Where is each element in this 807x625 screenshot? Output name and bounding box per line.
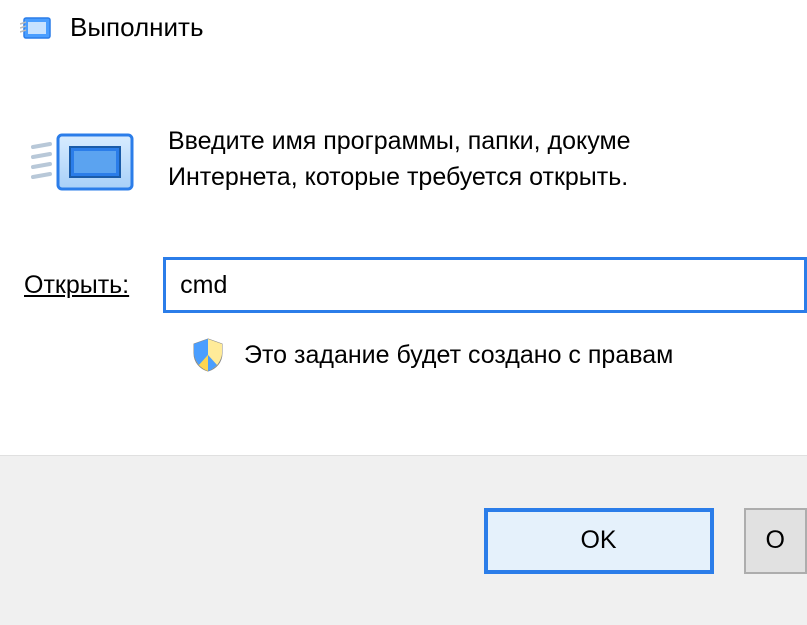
titlebar: Выполнить xyxy=(0,0,807,53)
input-row: Открыть: xyxy=(24,257,807,313)
run-icon-small xyxy=(20,14,54,42)
window-title: Выполнить xyxy=(70,12,204,43)
ok-button-label: OK xyxy=(580,526,616,555)
cancel-button[interactable]: О xyxy=(744,508,807,574)
command-input[interactable] xyxy=(163,257,807,313)
dialog-content: Введите имя программы, папки, докуме Инт… xyxy=(0,53,807,197)
run-icon xyxy=(30,127,140,197)
shield-icon xyxy=(190,337,226,373)
open-label: Открыть: xyxy=(24,271,129,300)
ok-button[interactable]: OK xyxy=(484,508,714,574)
cancel-button-label: О xyxy=(766,526,785,555)
admin-privilege-row: Это задание будет создано с правам xyxy=(190,337,807,373)
admin-privilege-text: Это задание будет создано с правам xyxy=(244,341,673,370)
description-text: Введите имя программы, папки, докуме Инт… xyxy=(168,123,631,197)
dialog-footer: OK О xyxy=(0,455,807,625)
